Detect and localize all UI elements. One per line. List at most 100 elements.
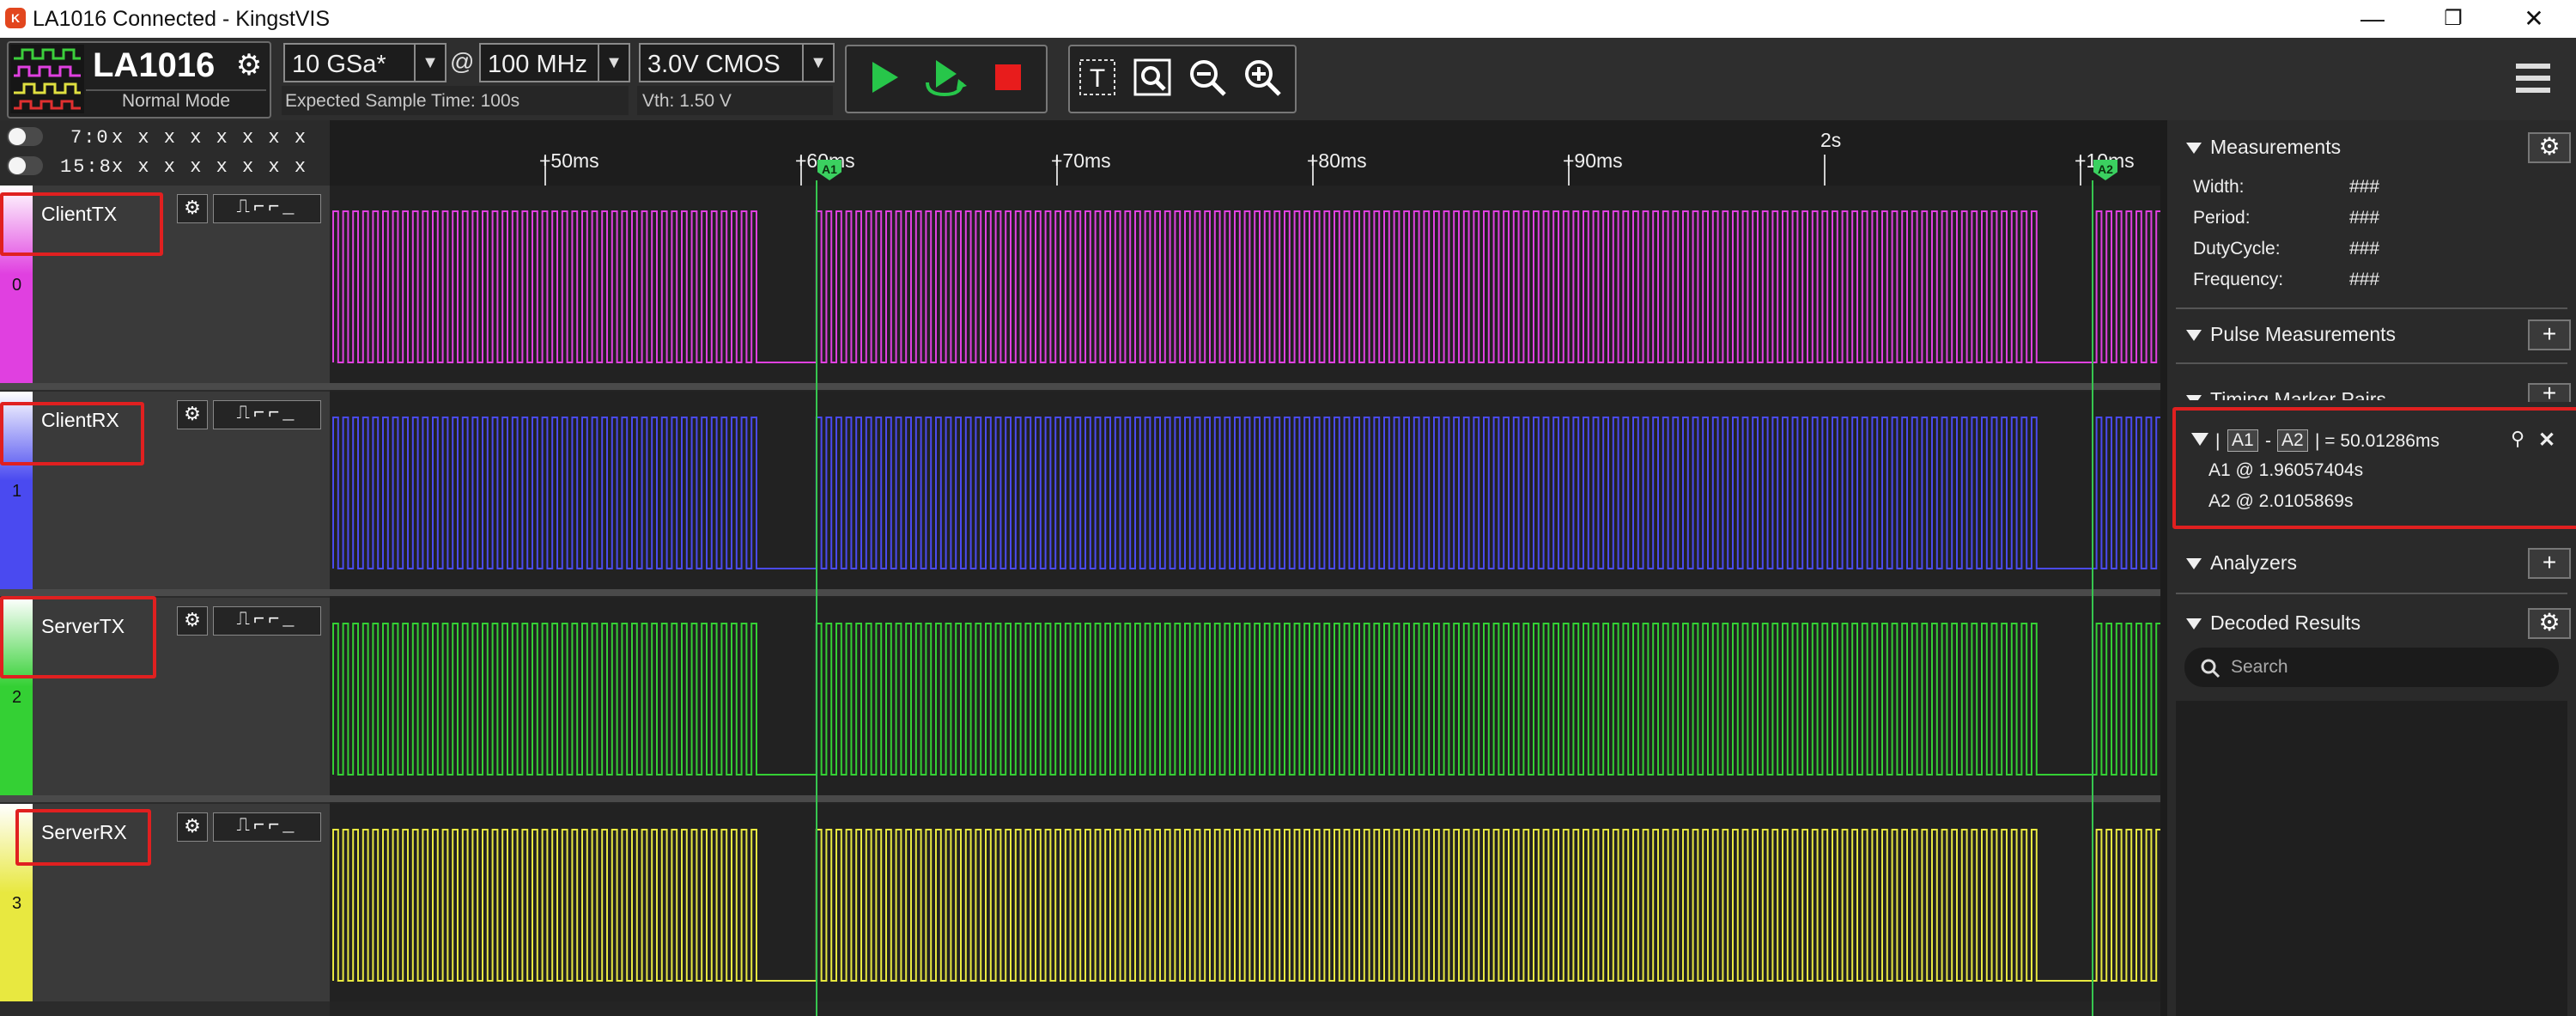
waveform-trace xyxy=(332,417,2162,569)
channel-settings-gear-icon[interactable]: ⚙ xyxy=(177,194,208,223)
channel-settings-gear-icon[interactable]: ⚙ xyxy=(177,400,208,429)
pulse-measurements-header[interactable]: Pulse Measurements xyxy=(2186,323,2396,346)
collapse-triangle-icon[interactable] xyxy=(2191,433,2208,446)
ruler-tick-label: +90ms xyxy=(1563,149,1623,172)
close-button[interactable]: ✕ xyxy=(2495,0,2573,38)
a2-time: A2 @ 2.0105869s xyxy=(2208,491,2354,511)
marker-a2-line[interactable] xyxy=(2092,180,2093,1016)
chevron-down-icon: ▼ xyxy=(802,45,833,81)
channel-controls: ⚙ ⎍⌐⌐_ xyxy=(177,812,323,842)
ruler-tick-label: 2s xyxy=(1820,129,1842,151)
waveform-trace xyxy=(332,210,2162,363)
channel-settings-gear-icon[interactable]: ⚙ xyxy=(177,812,208,842)
trigger-edge-icons[interactable]: ⎍⌐⌐_ xyxy=(213,812,321,842)
channel-header[interactable]: 3 ServerRX ⚙ ⎍⌐⌐_ xyxy=(0,804,330,1001)
logic-level-select[interactable]: 3.0V CMOS ▼ xyxy=(639,43,835,82)
width-value: ### xyxy=(2349,177,2380,197)
channel-controls: ⚙ ⎍⌐⌐_ xyxy=(177,606,323,636)
divider xyxy=(2176,362,2567,364)
zoom-in-button[interactable] xyxy=(1238,53,1286,101)
minimize-button[interactable]: — xyxy=(2334,0,2411,38)
channel-waveform[interactable] xyxy=(330,598,2162,795)
marker-a1[interactable]: A1 xyxy=(817,160,841,180)
text-tool-button[interactable]: T xyxy=(1073,53,1121,101)
repeat-play-icon xyxy=(926,60,967,97)
decoded-settings-button[interactable]: ⚙ xyxy=(2528,608,2571,639)
pair-result: | = 50.01286ms xyxy=(2315,431,2439,451)
channel-header[interactable]: 2 ServerTX ⚙ ⎍⌐⌐_ xyxy=(0,596,330,795)
decoded-results-header[interactable]: Decoded Results xyxy=(2186,611,2360,635)
add-analyzer-button[interactable]: + xyxy=(2528,548,2571,579)
plus-icon: + xyxy=(2542,549,2557,575)
channel-index: 0 xyxy=(12,276,22,295)
channel-header[interactable]: 1 ClientRX ⚙ ⎍⌐⌐_ xyxy=(0,392,330,589)
period-value: ### xyxy=(2349,208,2380,228)
highlight-box xyxy=(0,402,144,465)
trigger-edge-icons[interactable]: ⎍⌐⌐_ xyxy=(213,194,321,223)
pin-icon[interactable]: ⚲ xyxy=(2511,428,2524,450)
trigger-edge-icons[interactable]: ⎍⌐⌐_ xyxy=(213,400,321,429)
zoom-out-button[interactable] xyxy=(1183,53,1231,101)
bits-low-label: 7:0 xyxy=(70,127,110,149)
frequency-label: Frequency: xyxy=(2193,270,2284,289)
bus-toggle-high[interactable] xyxy=(7,156,43,175)
pair-a2-select[interactable]: A2 xyxy=(2277,429,2308,452)
channel-header[interactable]: 0 ClientTX ⚙ ⎍⌐⌐_ xyxy=(0,186,330,383)
channel-separator xyxy=(0,589,2160,596)
sample-freq-select[interactable]: 100 MHz ▼ xyxy=(479,43,630,82)
time-ruler[interactable]: +50ms +60ms +70ms +80ms +90ms 2s +10ms A… xyxy=(330,120,2160,191)
logic-level-value: 3.0V CMOS xyxy=(647,51,781,78)
analyzers-header[interactable]: Analyzers xyxy=(2186,551,2297,575)
divider xyxy=(2176,593,2567,594)
repeat-button[interactable] xyxy=(920,53,969,101)
close-pair-icon[interactable]: ✕ xyxy=(2538,428,2555,453)
play-icon xyxy=(872,62,898,93)
ruler-tick-label: +80ms xyxy=(1307,149,1367,172)
zoom-area-button[interactable] xyxy=(1128,53,1176,101)
channel-settings-gear-icon[interactable]: ⚙ xyxy=(177,606,208,636)
width-label: Width: xyxy=(2193,177,2245,197)
start-button[interactable] xyxy=(859,53,907,101)
period-label: Period: xyxy=(2193,208,2251,228)
bus-toggle-low[interactable] xyxy=(7,127,43,146)
channel-waveform[interactable] xyxy=(330,804,2162,1001)
view-controls: T xyxy=(1068,45,1297,113)
dutycycle-value: ### xyxy=(2349,239,2380,259)
app-logo-icon: K xyxy=(5,8,26,28)
pair-a1-select[interactable]: A1 xyxy=(2227,429,2258,452)
hamburger-menu-icon[interactable] xyxy=(2516,62,2550,96)
highlight-box xyxy=(0,192,163,256)
zoom-in-icon xyxy=(1245,60,1281,96)
ruler-tick xyxy=(1824,155,1826,186)
gear-icon: ⚙ xyxy=(2538,609,2561,636)
chevron-down-icon: ▼ xyxy=(414,45,445,81)
measurements-header[interactable]: Measurements xyxy=(2186,136,2341,159)
marker-a2[interactable]: A2 xyxy=(2093,160,2117,180)
add-pulse-measurement-button[interactable]: + xyxy=(2528,319,2571,350)
channel-waveform[interactable] xyxy=(330,392,2162,589)
add-timing-pair-button[interactable]: + xyxy=(2528,381,2571,405)
expected-sample-time: Expected Sample Time: 100s xyxy=(285,91,520,111)
chevron-down-icon: ▼ xyxy=(598,45,629,81)
maximize-button[interactable]: ❐ xyxy=(2415,0,2492,38)
ruler-tick-label: +50ms xyxy=(539,149,599,172)
trigger-edge-icons[interactable]: ⎍⌐⌐_ xyxy=(213,606,321,636)
device-logo-icon xyxy=(10,45,84,113)
a1-time: A1 @ 1.96057404s xyxy=(2208,460,2364,480)
waveform-trace xyxy=(332,829,2162,982)
marker-a1-line[interactable] xyxy=(816,180,817,1016)
search-input[interactable]: Search xyxy=(2184,648,2559,687)
decoded-results-list[interactable] xyxy=(2176,701,2567,1016)
waveform-trace xyxy=(332,623,2162,776)
title-bar: K LA1016 Connected - KingstVIS — ❐ ✕ xyxy=(0,0,2576,38)
channel-index: 3 xyxy=(12,894,22,913)
ruler-tick-label: +70ms xyxy=(1051,149,1111,172)
device-settings-gear-icon[interactable]: ⚙ xyxy=(234,50,264,81)
sample-rate-select[interactable]: 10 GSa* ▼ xyxy=(283,43,447,82)
pair-dash: - xyxy=(2265,431,2271,451)
channel-controls: ⚙ ⎍⌐⌐_ xyxy=(177,194,323,223)
measurements-settings-button[interactable]: ⚙ xyxy=(2528,132,2571,163)
stop-button[interactable] xyxy=(984,53,1032,101)
timing-marker-pairs-header[interactable]: Timing Marker Pairs xyxy=(2186,388,2386,400)
channel-waveform[interactable] xyxy=(330,186,2162,383)
